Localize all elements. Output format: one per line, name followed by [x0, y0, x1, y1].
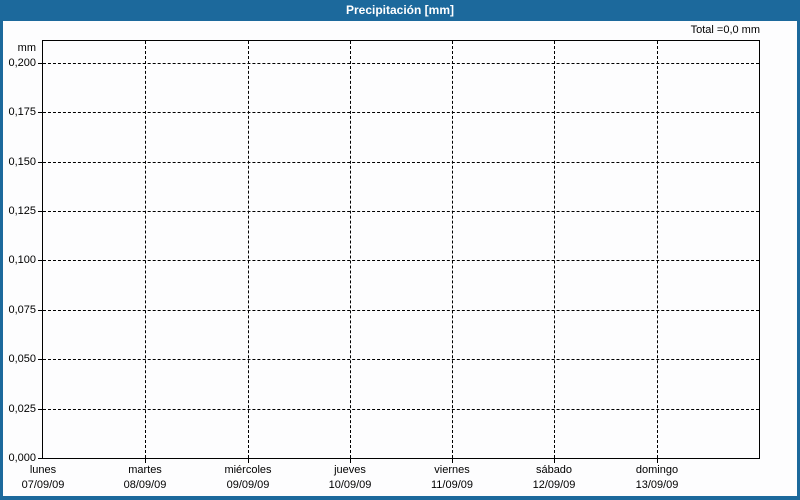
- gridline-vertical: [350, 41, 351, 458]
- y-tick-mark: [38, 458, 42, 459]
- chart-title: Precipitación [mm]: [345, 3, 455, 17]
- y-tick-label: 0,150: [8, 156, 36, 168]
- chart-window: Precipitación [mm] Total =0,0 mm mm 0,20…: [0, 0, 800, 500]
- day-date-label: 13/09/09: [635, 479, 679, 491]
- y-tick-label: 0,050: [8, 353, 36, 365]
- y-tick-mark: [38, 359, 42, 360]
- y-tick-mark: [38, 162, 42, 163]
- day-name-label: martes: [128, 464, 162, 476]
- day-date-label: 12/09/09: [532, 479, 576, 491]
- y-axis-unit-label: mm: [17, 42, 36, 54]
- gridline-horizontal: [43, 162, 759, 163]
- y-tick-label: 0,075: [8, 304, 36, 316]
- y-tick-label: 0,200: [8, 57, 36, 69]
- total-precipitation-label: Total =0,0 mm: [690, 24, 760, 36]
- gridline-vertical: [248, 41, 249, 458]
- gridline-horizontal: [43, 211, 759, 212]
- gridline-horizontal: [43, 112, 759, 113]
- y-tick-mark: [38, 260, 42, 261]
- gridline-vertical: [145, 41, 146, 458]
- gridline-vertical: [657, 41, 658, 458]
- gridline-horizontal: [43, 310, 759, 311]
- gridline-vertical: [452, 41, 453, 458]
- y-tick-label: 0,025: [8, 403, 36, 415]
- plot-area: [42, 40, 760, 459]
- frame-border-bottom: [0, 496, 800, 500]
- day-name-label: sábado: [535, 464, 573, 476]
- gridline-horizontal: [43, 409, 759, 410]
- day-name-label: domingo: [635, 464, 679, 476]
- gridline-horizontal: [43, 359, 759, 360]
- chart-title-bar: Precipitación [mm]: [0, 0, 800, 21]
- y-tick-mark: [38, 409, 42, 410]
- x-category-label: domingo 13/09/09: [597, 463, 717, 493]
- y-tick-label: 0,175: [8, 106, 36, 118]
- y-tick-mark: [38, 211, 42, 212]
- y-tick-mark: [38, 310, 42, 311]
- x-category-label: martes 08/09/09: [85, 463, 205, 493]
- y-tick-mark: [38, 63, 42, 64]
- y-tick-label: 0,125: [8, 205, 36, 217]
- day-date-label: 08/09/09: [123, 479, 167, 491]
- gridline-horizontal: [43, 260, 759, 261]
- gridline-vertical: [554, 41, 555, 458]
- y-tick-mark: [38, 112, 42, 113]
- gridline-horizontal: [43, 63, 759, 64]
- y-tick-label: 0,100: [8, 254, 36, 266]
- x-category-label: sábado 12/09/09: [494, 463, 614, 493]
